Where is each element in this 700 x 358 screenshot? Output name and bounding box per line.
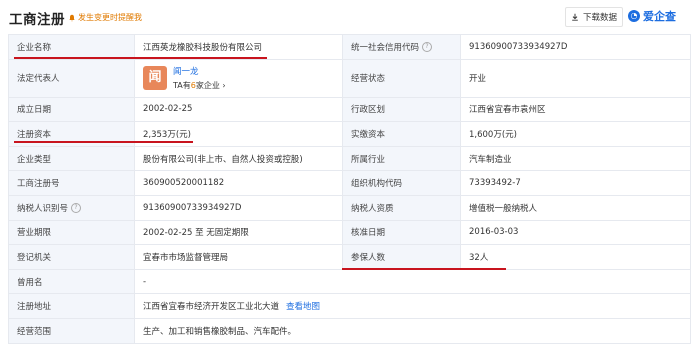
value-taxpayer-id: 91360900733934927D	[134, 194, 343, 221]
table-row: 企业类型 股份有限公司(非上市、自然人投资或控股) 所属行业 汽车制造业	[8, 145, 691, 172]
label-former-name: 曾用名	[8, 268, 135, 295]
brand-logo-icon: ◔	[628, 10, 640, 22]
highlight-underline-company-name	[14, 57, 267, 59]
value-reg-number: 360900520001182	[134, 170, 343, 196]
label-taxpayer-id: 纳税人识别号?	[8, 194, 135, 221]
highlight-underline-reg-capital	[14, 141, 193, 143]
label-legal-rep: 法定代表人	[8, 58, 135, 98]
bell-icon	[69, 14, 75, 21]
table-row: 注册地址 江西省宜春市经济开发区工业北大道 查看地图	[8, 293, 691, 319]
label-reg-number: 工商注册号	[8, 170, 135, 196]
table-row: 成立日期 2002-02-25 行政区划 江西省宜春市袁州区	[8, 96, 691, 123]
table-row: 曾用名 -	[8, 268, 691, 295]
value-status: 开业	[460, 58, 691, 98]
legal-rep-name-link[interactable]: 闻一龙	[173, 65, 226, 77]
label-insured-count: 参保人数	[342, 244, 461, 270]
address-text: 江西省宜春市经济开发区工业北大道	[143, 302, 280, 313]
label-address: 注册地址	[8, 293, 135, 319]
table-row: 登记机关 宜春市市场监督管理局 参保人数 32人	[8, 244, 691, 270]
help-icon[interactable]: ?	[71, 203, 82, 214]
value-company-name: 江西英龙橡胶科技股份有限公司	[134, 34, 343, 60]
view-map-link[interactable]: 查看地图	[286, 302, 320, 312]
label-paid-capital: 实缴资本	[342, 121, 461, 147]
brand-logo: ◔ 爱企查	[628, 8, 676, 24]
table-row: 营业期限 2002-02-25 至 无固定期限 核准日期 2016-03-03	[8, 219, 691, 246]
help-icon[interactable]: ?	[422, 42, 433, 53]
label-taxpayer-id-text: 纳税人识别号	[17, 203, 69, 214]
value-founded: 2002-02-25	[134, 96, 343, 123]
value-authority: 宜春市市场监督管理局	[134, 244, 343, 270]
label-org-code: 组织机构代码	[342, 170, 461, 196]
value-paid-capital: 1,600万(元)	[460, 121, 691, 147]
value-org-code: 73393492-7	[460, 170, 691, 196]
value-former-name: -	[134, 268, 691, 295]
label-company-type: 企业类型	[8, 145, 135, 172]
value-taxpayer-qual: 增值税一般纳税人	[460, 194, 691, 221]
label-business-term: 营业期限	[8, 219, 135, 246]
change-notify-link[interactable]: 发生变更时提醒我	[68, 12, 142, 23]
chevron-right-icon: ›	[222, 81, 226, 91]
download-icon	[572, 13, 578, 21]
table-row: 纳税人识别号? 91360900733934927D 纳税人资质 增值税一般纳税…	[8, 194, 691, 221]
table-row: 企业名称 江西英龙橡胶科技股份有限公司 统一社会信用代码? 9136090073…	[8, 34, 691, 60]
label-credit-code-text: 统一社会信用代码	[351, 42, 420, 53]
change-notify-label: 发生变更时提醒我	[78, 13, 142, 22]
brand-name: 爱企查	[643, 10, 676, 23]
value-company-type: 股份有限公司(非上市、自然人投资或控股)	[134, 145, 343, 172]
label-founded: 成立日期	[8, 96, 135, 123]
table-row: 经营范围 生产、加工和销售橡胶制品、汽车配件。	[8, 317, 691, 344]
value-scope: 生产、加工和销售橡胶制品、汽车配件。	[134, 317, 691, 344]
label-approval-date: 核准日期	[342, 219, 461, 246]
value-business-term: 2002-02-25 至 无固定期限	[134, 219, 343, 246]
download-data-label: 下载数据	[583, 13, 618, 23]
related-companies-suffix: 家企业	[195, 81, 220, 91]
label-scope: 经营范围	[8, 317, 135, 344]
download-data-button[interactable]: 下载数据	[565, 7, 624, 27]
label-region: 行政区划	[342, 96, 461, 123]
value-address: 江西省宜春市经济开发区工业北大道 查看地图	[134, 293, 691, 319]
table-row: 法定代表人 闻 闻一龙 TA有6家企业 › 经营状态 开业	[8, 58, 691, 98]
table-row: 工商注册号 360900520001182 组织机构代码 73393492-7	[8, 170, 691, 196]
label-credit-code: 统一社会信用代码?	[342, 34, 461, 60]
label-authority: 登记机关	[8, 244, 135, 270]
value-credit-code: 91360900733934927D	[460, 34, 691, 60]
value-insured-count: 32人	[460, 244, 691, 270]
value-industry: 汽车制造业	[460, 145, 691, 172]
section-title: 工商注册	[9, 12, 65, 28]
business-registration-table: 企业名称 江西英龙橡胶科技股份有限公司 统一社会信用代码? 9136090073…	[8, 34, 691, 344]
related-companies-prefix: TA有	[173, 81, 191, 91]
label-status: 经营状态	[342, 58, 461, 98]
label-taxpayer-qual: 纳税人资质	[342, 194, 461, 221]
avatar[interactable]: 闻	[143, 66, 167, 91]
value-region: 江西省宜春市袁州区	[460, 96, 691, 123]
highlight-underline-insured-count	[342, 268, 506, 270]
label-company-name: 企业名称	[8, 34, 135, 60]
value-approval-date: 2016-03-03	[460, 219, 691, 246]
value-legal-rep: 闻 闻一龙 TA有6家企业 ›	[134, 58, 343, 98]
related-companies-link[interactable]: TA有6家企业 ›	[173, 80, 226, 91]
section-header: 工商注册 发生变更时提醒我 下载数据 ◔ 爱企查	[0, 0, 700, 34]
label-industry: 所属行业	[342, 145, 461, 172]
